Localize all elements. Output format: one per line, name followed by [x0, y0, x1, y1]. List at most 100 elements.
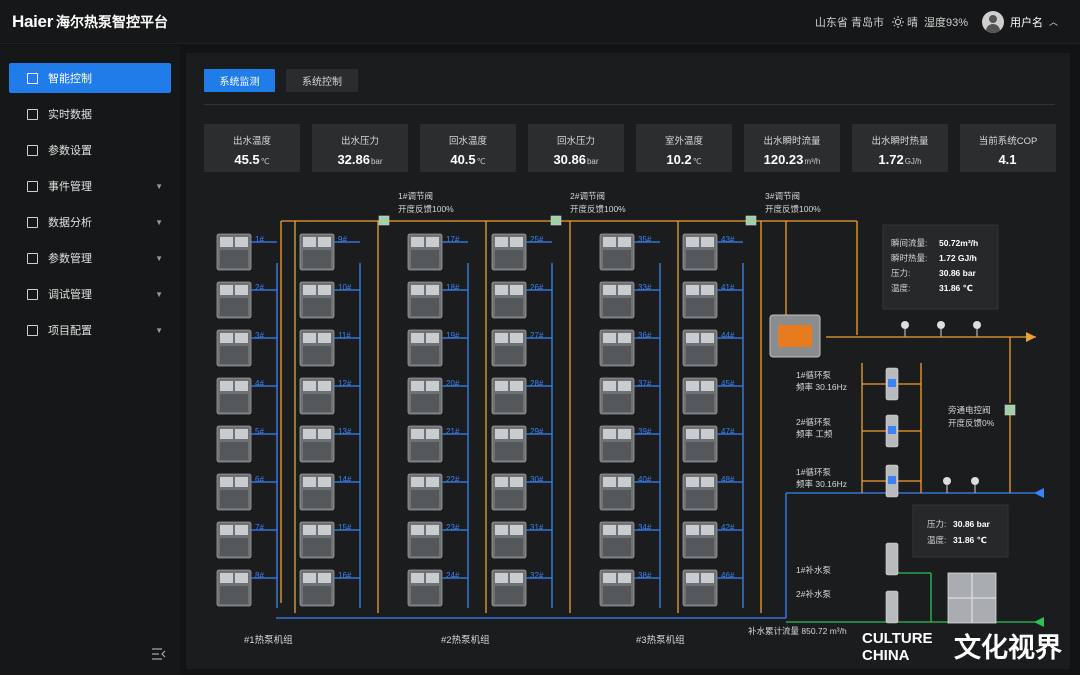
unit-body: [303, 538, 331, 556]
location-text: 山东省 青岛市: [814, 16, 884, 29]
unit-label: 19#: [446, 331, 460, 340]
unit-fan: [220, 573, 233, 583]
unit-label: 32#: [530, 571, 544, 580]
pump-motor: [888, 379, 896, 387]
unit-fan: [510, 381, 523, 391]
unit-body: [686, 394, 714, 412]
unit-fan: [318, 237, 331, 247]
unit-fan: [686, 237, 699, 247]
pump-detail: 频率 工频: [796, 429, 833, 439]
unit-label: 14#: [338, 475, 352, 484]
unit-fan: [220, 477, 233, 487]
sidebar-item-smart-control[interactable]: 智能控制: [9, 63, 171, 93]
supply-info-value: 31.86 ℃: [939, 283, 973, 293]
unit-label: 5#: [255, 427, 264, 436]
unit-fan: [618, 477, 631, 487]
unit-label: 48#: [721, 475, 735, 484]
unit-label: 23#: [446, 523, 460, 532]
pump-motor: [888, 426, 896, 434]
return-info-label: 温度:: [927, 535, 946, 545]
sidebar-item-data-analysis[interactable]: 数据分析 ▼: [9, 207, 171, 237]
sidebar-item-realtime-data[interactable]: 实时数据: [9, 99, 171, 129]
chevron-down-icon: ▼: [155, 181, 163, 191]
unit-body: [303, 442, 331, 460]
unit-fan: [701, 429, 714, 439]
unit-label: 47#: [721, 427, 735, 436]
unit-label: 44#: [721, 331, 735, 340]
unit-label: 13#: [338, 427, 352, 436]
unit-label: 4#: [255, 379, 264, 388]
unit-fan: [235, 237, 248, 247]
watermark-line2: CHINA: [862, 647, 910, 664]
supply-info-label: 温度:: [891, 283, 910, 293]
unit-fan: [686, 573, 699, 583]
unit-body: [220, 250, 248, 268]
unit-fan: [318, 381, 331, 391]
analysis-icon: [27, 216, 38, 228]
unit-label: 22#: [446, 475, 460, 484]
brand-logo: Haier: [12, 11, 54, 31]
unit-fan: [303, 381, 316, 391]
param-icon: [27, 252, 38, 264]
unit-label: 2#: [255, 283, 264, 292]
sidebar-item-project-config[interactable]: 项目配置 ▼: [9, 315, 171, 345]
unit-fan: [701, 573, 714, 583]
unit-fan: [701, 525, 714, 535]
supply-info-value: 30.86 bar: [939, 268, 977, 278]
avatar[interactable]: [981, 10, 1004, 33]
unit-fan: [235, 477, 248, 487]
unit-label: 45#: [721, 379, 735, 388]
unit-body: [220, 298, 248, 316]
unit-label: 38#: [638, 571, 652, 580]
unit-fan: [495, 333, 508, 343]
watermark-brand: 文化视界: [954, 632, 1062, 663]
unit-label: 34#: [638, 523, 652, 532]
unit-body: [495, 394, 523, 412]
unit-body: [686, 538, 714, 556]
username[interactable]: 用户名: [1010, 14, 1043, 30]
sidebar-item-debug-management[interactable]: 调试管理 ▼: [9, 279, 171, 309]
unit-fan: [426, 237, 439, 247]
unit-label: 25#: [530, 235, 544, 244]
unit-label: 15#: [338, 523, 352, 532]
unit-body: [495, 586, 523, 604]
sidebar-item-event-management[interactable]: 事件管理 ▼: [9, 171, 171, 201]
settings-board-icon: [27, 144, 38, 156]
unit-fan: [603, 429, 616, 439]
makeup-pump-name: 1#补水泵: [796, 565, 831, 575]
unit-label: 20#: [446, 379, 460, 388]
valve-name: 3#调节阀: [765, 191, 800, 201]
unit-fan: [510, 525, 523, 535]
makeup-pump-icon: [885, 590, 899, 624]
unit-label: 24#: [446, 571, 460, 580]
return-info-value: 31.86 ℃: [953, 535, 987, 545]
unit-fan: [618, 573, 631, 583]
sidebar-item-param-management[interactable]: 参数管理 ▼: [9, 243, 171, 273]
unit-label: 31#: [530, 523, 544, 532]
unit-body: [220, 442, 248, 460]
unit-body: [603, 250, 631, 268]
sidebar-item-param-settings[interactable]: 参数设置: [9, 135, 171, 165]
unit-fan: [701, 237, 714, 247]
unit-fan: [686, 477, 699, 487]
unit-fan: [603, 333, 616, 343]
humidity-text: 湿度93%: [923, 16, 968, 29]
unit-body: [603, 298, 631, 316]
unit-fan: [701, 285, 714, 295]
unit-body: [686, 298, 714, 316]
pump-name: 1#循环泵: [796, 467, 831, 477]
unit-body: [220, 538, 248, 556]
chevron-up-icon[interactable]: ︿: [1049, 15, 1058, 28]
group-label: #1热泵机组: [244, 634, 293, 646]
unit-body: [303, 346, 331, 364]
unit-body: [686, 442, 714, 460]
unit-fan: [603, 285, 616, 295]
unit-label: 27#: [530, 331, 544, 340]
debug-icon: [27, 288, 38, 300]
unit-fan: [426, 381, 439, 391]
unit-body: [686, 586, 714, 604]
unit-fan: [426, 333, 439, 343]
collapse-menu-icon[interactable]: [152, 648, 166, 660]
unit-fan: [318, 477, 331, 487]
unit-fan: [220, 381, 233, 391]
